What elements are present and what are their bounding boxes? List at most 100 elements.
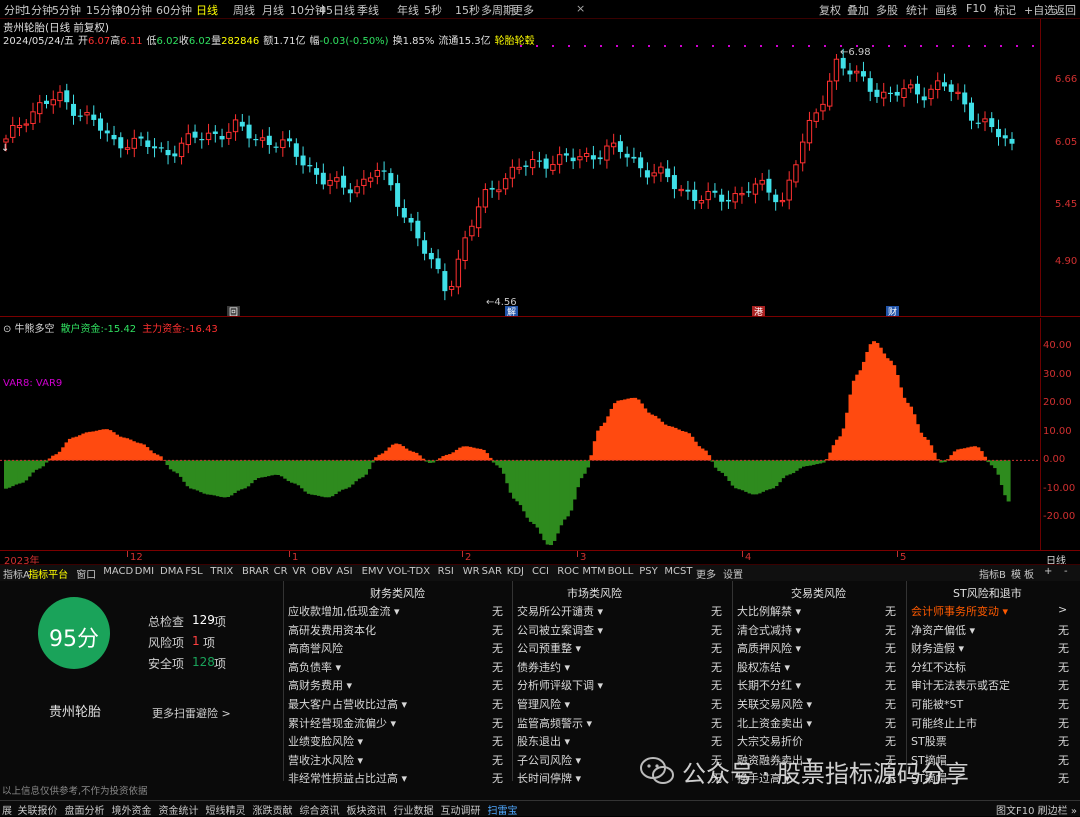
indicator-tab-16[interactable]: WR	[463, 566, 480, 577]
risk-item[interactable]: 交易所公开谴责 ▾	[517, 603, 603, 619]
risk-item[interactable]: ST股票	[911, 733, 947, 749]
risk-item-value: 无	[711, 623, 722, 637]
tab-right-1[interactable]: 模	[1011, 566, 1021, 581]
indicator-tab-4[interactable]: DMI	[135, 566, 154, 577]
indicator-tab-22[interactable]: BOLL	[608, 566, 634, 577]
risk-item[interactable]: 累计经营现金流偏少 ▾	[288, 715, 396, 731]
toolbar-right-0[interactable]: 复权	[819, 2, 841, 18]
period-13[interactable]: 5秒	[424, 2, 442, 18]
indicator-tab-17[interactable]: SAR	[482, 566, 502, 577]
candle-body	[833, 58, 840, 82]
indicator-tab-2[interactable]: 窗口	[76, 566, 96, 581]
indicator-tab-25[interactable]: 更多	[696, 566, 716, 581]
period-16[interactable]: 更多	[512, 2, 534, 18]
tab-right-4[interactable]: -	[1064, 566, 1068, 577]
indicator-tab-3[interactable]: MACD	[103, 566, 133, 577]
risk-item[interactable]: 可能终止上市	[911, 715, 977, 731]
toolbar-right-6[interactable]: 标记	[994, 2, 1016, 18]
risk-item[interactable]: 高负债率 ▾	[288, 659, 341, 675]
risk-item[interactable]: 财务造假 ▾	[911, 640, 964, 656]
risk-item[interactable]: 股东退出 ▾	[517, 733, 570, 749]
tab-right-0[interactable]: 指标B	[979, 566, 1006, 581]
indicator-tab-12[interactable]: ASI	[336, 566, 352, 577]
risk-item[interactable]: 最大客户占营收比过高 ▾	[288, 696, 407, 712]
risk-item[interactable]: 审计无法表示或否定	[911, 677, 1010, 693]
tab-right-3[interactable]: +	[1044, 566, 1052, 577]
candlestick-chart[interactable]: ←6.98←4.56↓回解港财	[0, 19, 1040, 316]
indicator-tab-19[interactable]: CCI	[532, 566, 549, 577]
risk-item[interactable]: 营收注水风险 ▾	[288, 752, 363, 768]
risk-item[interactable]: 股权冻结 ▾	[737, 659, 790, 675]
close-icon[interactable]: ×	[576, 2, 585, 15]
risk-item[interactable]: 大比例解禁 ▾	[737, 603, 801, 619]
risk-item[interactable]: 管理风险 ▾	[517, 696, 570, 712]
risk-item[interactable]: 高财务费用 ▾	[288, 677, 352, 693]
indicator-tab-23[interactable]: PSY	[639, 566, 658, 577]
risk-item[interactable]: 高商誉风险	[288, 640, 343, 656]
period-15[interactable]: 多周期	[481, 2, 514, 18]
indicator-tab-21[interactable]: MTM	[582, 566, 605, 577]
risk-item[interactable]: 北上资金卖出 ▾	[737, 715, 812, 731]
risk-item[interactable]: 债券违约 ▾	[517, 659, 570, 675]
indicator-tab-26[interactable]: 设置	[723, 566, 743, 581]
indicator-tab-20[interactable]: ROC	[557, 566, 579, 577]
risk-item[interactable]: 会计师事务所变动 ▾	[911, 603, 1008, 619]
candle-body	[583, 153, 590, 157]
risk-item[interactable]: 分红不达标	[911, 659, 966, 675]
indicator-tab-13[interactable]: EMV	[362, 566, 384, 577]
indicator-tab-8[interactable]: BRAR	[242, 566, 269, 577]
indicator-tab-11[interactable]: OBV	[311, 566, 332, 577]
indicator-chart[interactable]	[0, 318, 1040, 550]
period-6[interactable]: 日线	[196, 2, 218, 18]
indicator-tab-7[interactable]: TRIX	[210, 566, 233, 577]
indicator-tab-14[interactable]: VOL-TDX	[387, 566, 430, 577]
more-risk-link[interactable]: 更多扫雷避险 >	[152, 705, 231, 721]
risk-item[interactable]: 清仓式减持 ▾	[737, 622, 801, 638]
period-0[interactable]: 分时	[4, 2, 26, 18]
risk-item[interactable]: 非经常性损益占比过高 ▾	[288, 770, 407, 786]
toolbar-right-8[interactable]: 返回	[1054, 2, 1076, 18]
period-12[interactable]: 年线	[397, 2, 419, 18]
indicator-tab-10[interactable]: VR	[292, 566, 306, 577]
period-5[interactable]: 60分钟	[156, 2, 192, 18]
risk-item[interactable]: 业绩变脸风险 ▾	[288, 733, 363, 749]
period-2[interactable]: 5分钟	[52, 2, 81, 18]
risk-item[interactable]: 公司被立案调查 ▾	[517, 622, 603, 638]
risk-item[interactable]: 可能被*ST	[911, 696, 963, 712]
toolbar-right-2[interactable]: 多股	[876, 2, 898, 18]
indicator-tab-6[interactable]: FSL	[185, 566, 203, 577]
risk-item[interactable]: 高研发费用资本化	[288, 622, 376, 638]
period-4[interactable]: 30分钟	[116, 2, 152, 18]
risk-item[interactable]: 长期不分红 ▾	[737, 677, 801, 693]
indicator-tab-0[interactable]: 指标A	[3, 566, 30, 581]
risk-item[interactable]: 高质押风险 ▾	[737, 640, 801, 656]
indicator-tab-9[interactable]: CR	[274, 566, 288, 577]
indicator-tab-1[interactable]: 指标平台	[28, 566, 68, 581]
risk-item[interactable]: 监管高频警示 ▾	[517, 715, 592, 731]
risk-item[interactable]: 大宗交易折价	[737, 733, 803, 749]
toolbar-right-3[interactable]: 统计	[906, 2, 928, 18]
toolbar-right-5[interactable]: F10	[966, 2, 986, 15]
indicator-tab-24[interactable]: MCST	[664, 566, 692, 577]
toolbar-right-7[interactable]: +自选	[1024, 2, 1055, 18]
risk-item[interactable]: 公司预重整 ▾	[517, 640, 581, 656]
risk-item[interactable]: 应收款增加,低现金流 ▾	[288, 603, 400, 619]
indicator-tab-18[interactable]: KDJ	[507, 566, 524, 577]
period-1[interactable]: 1分钟	[24, 2, 53, 18]
footer-bar: 展关联报价 盘面分析 境外资金 资金统计 短线精灵 涨跌贡献 综合资讯 板块资讯 行业数据 互动调…	[0, 800, 1080, 817]
period-10[interactable]: 45日线	[319, 2, 355, 18]
indicator-tab-15[interactable]: RSI	[438, 566, 454, 577]
risk-item[interactable]: 分析师评级下调 ▾	[517, 677, 603, 693]
indicator-tab-5[interactable]: DMA	[160, 566, 183, 577]
period-14[interactable]: 15秒	[455, 2, 480, 18]
toolbar-right-4[interactable]: 画线	[935, 2, 957, 18]
period-11[interactable]: 季线	[357, 2, 379, 18]
risk-item[interactable]: 净资产偏低 ▾	[911, 622, 975, 638]
risk-item[interactable]: 长时间停牌 ▾	[517, 770, 581, 786]
risk-item[interactable]: 关联交易风险 ▾	[737, 696, 812, 712]
toolbar-right-1[interactable]: 叠加	[847, 2, 869, 18]
tab-right-2[interactable]: 板	[1024, 566, 1034, 581]
period-7[interactable]: 周线	[233, 2, 255, 18]
risk-item[interactable]: 子公司风险 ▾	[517, 752, 581, 768]
period-8[interactable]: 月线	[262, 2, 284, 18]
